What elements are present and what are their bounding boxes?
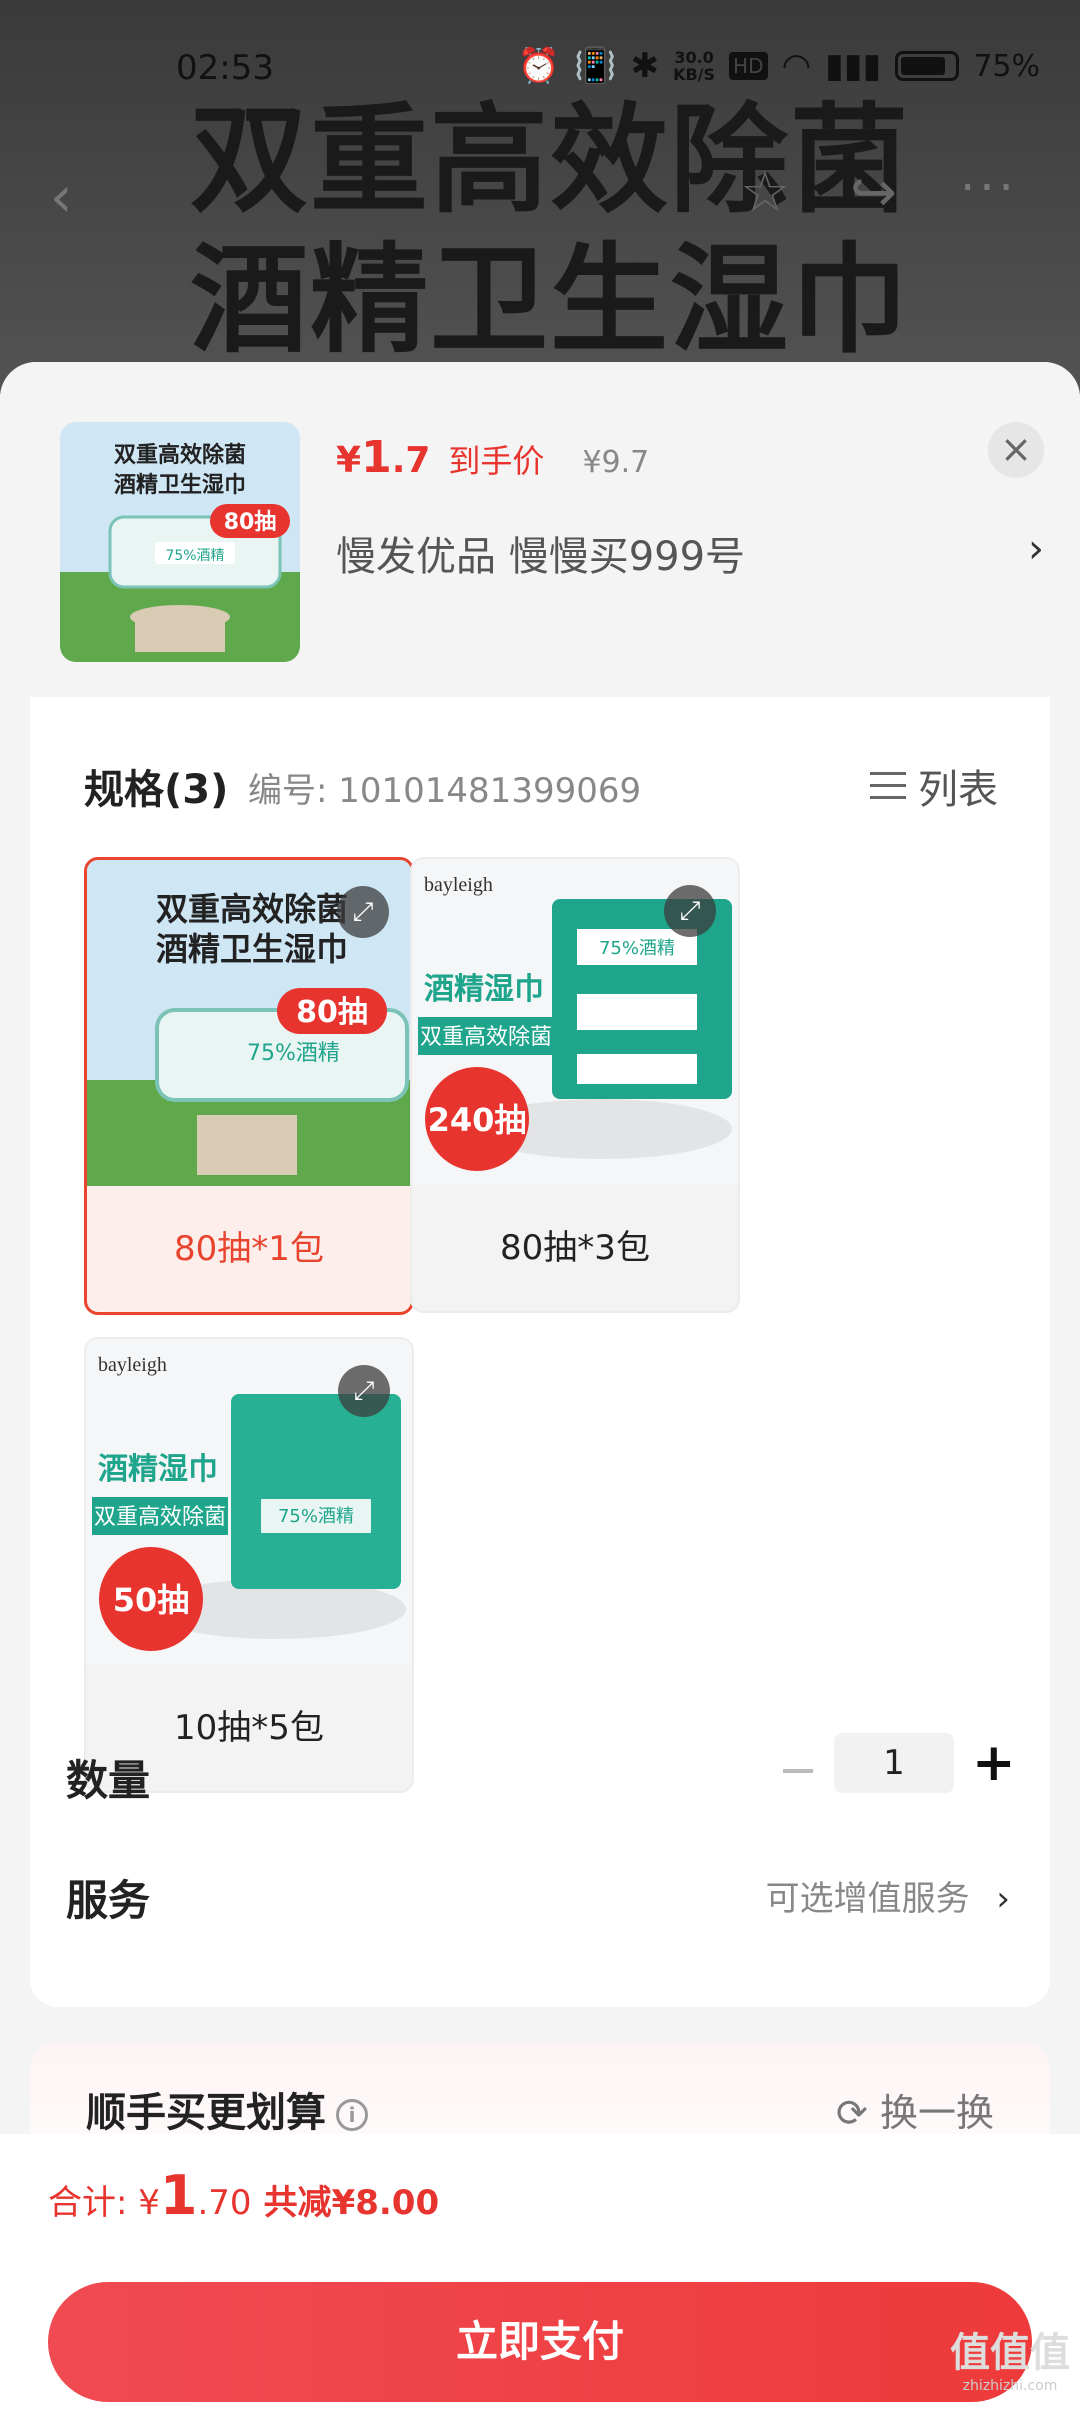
refresh-label: 换一换: [879, 2091, 994, 2135]
spec-code: 编号: 10101481399069: [248, 771, 642, 811]
watermark-sub: zhizhizhi.com: [962, 2378, 1058, 2394]
option-label: 80抽*1包: [174, 1229, 324, 1269]
quantity-decrease-button[interactable]: −: [778, 1742, 818, 1798]
vibrate-icon: 📳: [574, 46, 617, 86]
total-prefix: 合计: ¥: [48, 2183, 160, 2223]
refresh-button[interactable]: ⟳ 换一换: [836, 2082, 994, 2137]
expand-icon[interactable]: ⤢: [337, 886, 389, 938]
watermark-logo: 值值值 zhizhizhi.com: [950, 2320, 1070, 2394]
alarm-icon: ⏰: [517, 46, 561, 86]
upsell-title: 顺手买更划算 i: [86, 2080, 368, 2138]
thumb-badge: 80抽: [224, 510, 277, 535]
status-icons: ⏰ 📳 ✱ 30.0 KB/S HD ◠ ▮▮▮ 75%: [518, 46, 1040, 86]
option-1-title-2: 酒精卫生湿巾: [156, 930, 348, 968]
option-2-title-1: 酒精湿巾: [424, 972, 544, 1007]
info-icon[interactable]: i: [336, 2099, 368, 2131]
option-1-title-1: 双重高效除菌: [156, 890, 348, 928]
close-button[interactable]: ×: [988, 422, 1044, 478]
total-summary: 合计: ¥ 1 .70 共减¥8.00: [48, 2164, 439, 2227]
spec-option-80x3[interactable]: 75%酒精 bayleigh 酒精湿巾 双重高效除菌 240抽 ⤢ 80抽*3包: [410, 857, 740, 1313]
total-saving: 共减¥8.00: [263, 2183, 440, 2223]
upsell-title-text: 顺手买更划算: [86, 2090, 326, 2136]
favorite-icon[interactable]: ☆: [740, 160, 790, 225]
option-image: 75%酒精 bayleigh 酒精湿巾 双重高效除菌 240抽 ⤢: [412, 859, 738, 1185]
list-icon: [870, 768, 906, 804]
thumb-title-2: 酒精卫生湿巾: [114, 472, 246, 498]
option-2-pack-text: 75%酒精: [599, 938, 675, 959]
option-3-brand: bayleigh: [98, 1354, 167, 1376]
background-banner: 双重高效除菌 酒精卫生湿巾: [190, 90, 910, 370]
original-price: ¥9.7: [582, 445, 650, 480]
bluetooth-icon: ✱: [630, 46, 660, 86]
signal-icon: ▮▮▮: [825, 46, 882, 86]
shop-name[interactable]: 慢发优品 慢慢买999号: [336, 524, 745, 582]
service-value: 可选增值服务: [765, 1879, 970, 1919]
product-thumbnail[interactable]: 双重高效除菌 酒精卫生湿巾 80抽 75%酒精: [60, 422, 300, 662]
total-int: 1: [159, 2164, 198, 2227]
expand-icon[interactable]: ⤢: [338, 1365, 390, 1417]
spec-option-10x5[interactable]: 75%酒精 bayleigh 酒精湿巾 双重高效除菌 50抽 ⤢ 10抽*5包: [84, 1337, 414, 1793]
option-3-badge: 50抽: [113, 1581, 190, 1619]
checkout-footer: 合计: ¥ 1 .70 共减¥8.00 立即支付: [0, 2134, 1080, 2412]
final-price-tag: 到手价: [448, 442, 545, 480]
option-3-title-2: 双重高效除菌: [94, 1505, 226, 1530]
back-icon[interactable]: ‹: [50, 165, 72, 230]
list-label: 列表: [918, 767, 998, 813]
more-icon[interactable]: ···: [960, 160, 1018, 216]
thumb-pack-text: 75%酒精: [165, 548, 224, 564]
battery-icon: [895, 51, 960, 81]
option-3-pack-text: 75%酒精: [278, 1506, 354, 1527]
final-price: ¥1.7: [336, 432, 431, 483]
banner-line-2: 酒精卫生湿巾: [190, 231, 911, 369]
hd-icon: HD: [729, 52, 768, 80]
pay-now-button[interactable]: 立即支付: [48, 2282, 1032, 2402]
spec-option-80x1[interactable]: 75%酒精 双重高效除菌 酒精卫生湿巾 80抽 ⤢ 80抽*1包: [84, 857, 414, 1315]
sheet-header: 双重高效除菌 酒精卫生湿巾 80抽 75%酒精 ¥1.7 到手价 ¥9.7 慢发…: [0, 362, 1080, 697]
service-label: 服务: [66, 1876, 151, 1925]
quantity-increase-button[interactable]: +: [972, 1733, 1016, 1793]
thumb-title-1: 双重高效除菌: [114, 442, 246, 468]
service-selector[interactable]: 可选增值服务 ›: [766, 1871, 1010, 1920]
quantity-label: 数量: [66, 1756, 151, 1805]
option-1-pack-text: 75%酒精: [247, 1041, 340, 1066]
refresh-icon: ⟳: [836, 2091, 868, 2135]
option-1-badge: 80抽: [296, 995, 368, 1030]
price-line: ¥1.7 到手价 ¥9.7: [336, 432, 649, 483]
option-image: 75%酒精 bayleigh 酒精湿巾 双重高效除菌 50抽 ⤢: [86, 1339, 412, 1665]
total-dec: .70: [197, 2183, 252, 2223]
wifi-icon: ◠: [781, 46, 812, 86]
option-2-title-2: 双重高效除菌: [420, 1025, 552, 1050]
list-view-toggle[interactable]: 列表: [870, 757, 998, 815]
chevron-right-icon: ›: [996, 1879, 1010, 1919]
option-image: 75%酒精 双重高效除菌 酒精卫生湿巾 80抽 ⤢: [87, 860, 411, 1186]
share-icon[interactable]: ↪: [850, 160, 897, 225]
option-2-brand: bayleigh: [424, 874, 493, 896]
watermark-text: 值值值: [950, 2330, 1070, 2376]
battery-percent: 75%: [973, 48, 1040, 84]
spec-title: 规格(3): [84, 767, 229, 813]
background-page: 双重高效除菌 酒精卫生湿巾 02:53 ⏰ 📳 ✱ 30.0 KB/S HD ◠…: [0, 0, 1080, 420]
option-3-title-1: 酒精湿巾: [98, 1452, 218, 1487]
chevron-right-icon[interactable]: ›: [1028, 526, 1044, 572]
expand-icon[interactable]: ⤢: [664, 885, 716, 937]
option-label: 80抽*3包: [500, 1228, 650, 1268]
option-2-badge: 240抽: [428, 1101, 527, 1139]
status-bar: 02:53 ⏰ 📳 ✱ 30.0 KB/S HD ◠ ▮▮▮ 75%: [0, 0, 1080, 130]
spec-card: 规格(3) 编号: 10101481399069 列表 75%酒精 双重高效除菌…: [30, 697, 1050, 2007]
status-time: 02:53: [176, 48, 274, 88]
net-speed: 30.0 KB/S: [673, 48, 716, 84]
quantity-input[interactable]: 1: [834, 1733, 954, 1793]
spec-sheet: 双重高效除菌 酒精卫生湿巾 80抽 75%酒精 ¥1.7 到手价 ¥9.7 慢发…: [0, 362, 1080, 2412]
